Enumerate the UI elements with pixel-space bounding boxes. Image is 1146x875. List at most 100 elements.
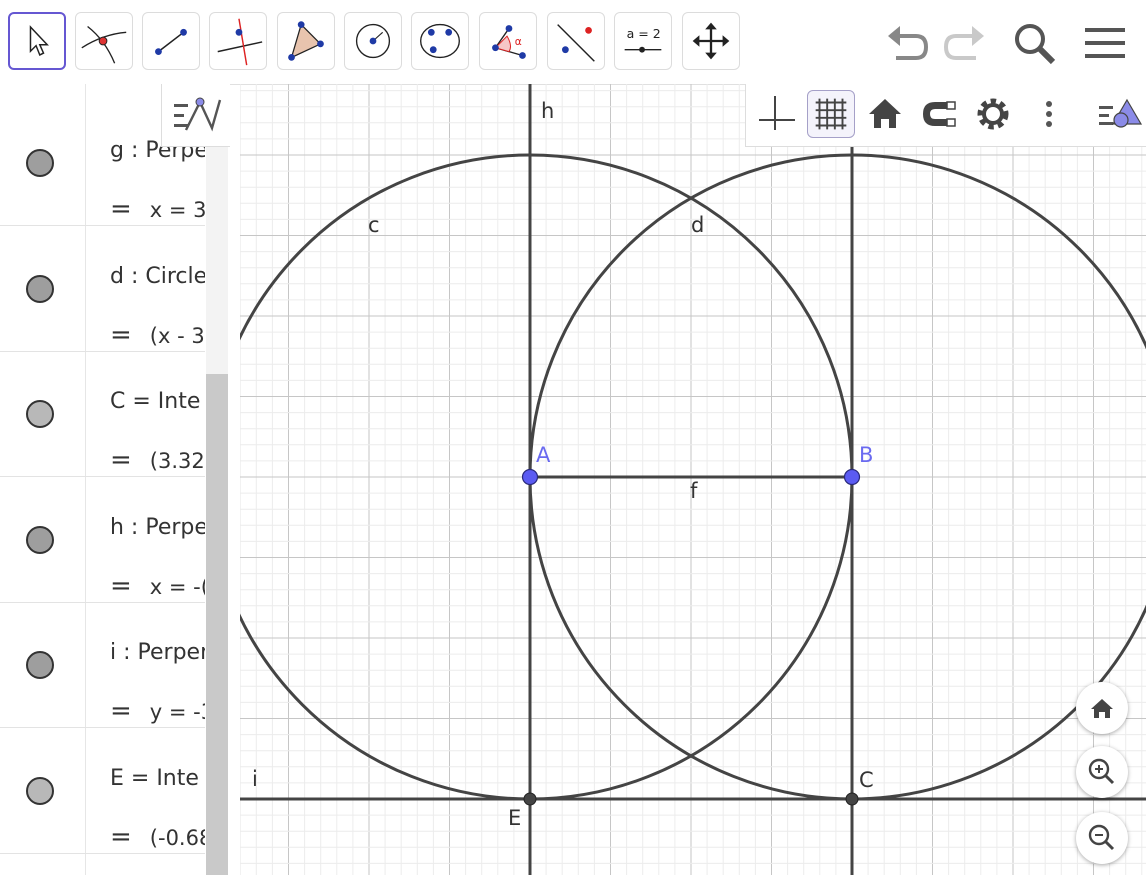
- polygon-icon: [288, 21, 324, 61]
- equals-sign: =: [110, 570, 132, 601]
- object-value: = (-0.68: [110, 822, 205, 852]
- graphics-style-bar: [745, 84, 1146, 147]
- equals-sign: =: [110, 445, 132, 475]
- main-toolbar: α a = 2: [0, 0, 1146, 85]
- value-text: (x - 3: [149, 323, 205, 348]
- algebra-view: g : Perpe = x = 3d : Circle = (x - 3C = Inte…: [0, 84, 230, 875]
- value-text: x = -(: [149, 574, 205, 599]
- algebra-graph-toggle-icon: [174, 97, 222, 132]
- graphics-style-toggle-button[interactable]: [1091, 90, 1146, 138]
- perpendicular-line-icon: [217, 18, 263, 66]
- perpendicular-line-tool-button[interactable]: [209, 12, 267, 70]
- point-tool-button[interactable]: [75, 12, 133, 70]
- visibility-toggle[interactable]: [26, 149, 54, 177]
- undo-button[interactable]: [884, 20, 932, 66]
- home-icon: [869, 99, 901, 128]
- search-icon: [1015, 24, 1056, 65]
- reflect-tool-button[interactable]: [547, 12, 605, 70]
- angle-tool-button[interactable]: α: [479, 12, 537, 70]
- zoom-in-icon: [1088, 758, 1115, 785]
- conic-tool-button[interactable]: [411, 12, 469, 70]
- object-definition[interactable]: C = Inte: [110, 389, 205, 414]
- segment-icon: [155, 28, 187, 55]
- point-on-object-icon: [81, 25, 127, 64]
- move-graphics-tool-button[interactable]: [682, 12, 740, 70]
- graphics-view[interactable]: h c d A Bf i C E: [240, 84, 1146, 875]
- slider-icon: a = 2: [624, 26, 662, 53]
- object-definition[interactable]: h : Perpe: [110, 515, 205, 540]
- axes-icon: [759, 96, 795, 130]
- home-icon: [1091, 699, 1113, 718]
- label-i: i: [252, 767, 258, 791]
- move-tool-button[interactable]: [8, 12, 66, 70]
- circle-center-point-icon: [355, 23, 391, 59]
- label-d: d: [691, 213, 704, 237]
- move-arrows-icon: [692, 22, 730, 60]
- equals-sign: =: [110, 821, 132, 852]
- scrollbar-thumb[interactable]: [206, 374, 228, 875]
- label-C: C: [859, 768, 874, 792]
- point-B[interactable]: [843, 468, 861, 486]
- standard-view-button[interactable]: [861, 90, 909, 138]
- visibility-toggle[interactable]: [26, 525, 54, 554]
- ellipse-icon: [420, 23, 460, 59]
- equals-sign: =: [110, 194, 132, 224]
- polygon-tool-button[interactable]: [277, 12, 335, 70]
- hamburger-menu-icon: [1085, 28, 1125, 58]
- menu-button[interactable]: [1081, 20, 1129, 66]
- graphics-settings-button[interactable]: [969, 90, 1017, 138]
- label-E: E: [508, 806, 521, 830]
- label-h: h: [541, 99, 554, 123]
- more-vertical-icon: [1046, 101, 1052, 127]
- zoom-in-button[interactable]: [1076, 746, 1128, 798]
- circle-tool-button[interactable]: [344, 12, 402, 70]
- gear-icon: [977, 98, 1009, 130]
- standard-view-zoom-button[interactable]: [1076, 682, 1128, 734]
- reflect-line-icon: [557, 24, 595, 62]
- show-axes-button[interactable]: [753, 90, 801, 138]
- point-C[interactable]: [845, 792, 859, 806]
- algebra-row[interactable]: C = Inte = (3.32,: [0, 351, 205, 477]
- zoom-out-button[interactable]: [1076, 812, 1128, 864]
- visibility-toggle[interactable]: [26, 400, 54, 428]
- line-tool-button[interactable]: [142, 12, 200, 70]
- object-value: = y = -3: [110, 696, 205, 726]
- object-definition[interactable]: E = Inte: [110, 766, 205, 791]
- visibility-toggle[interactable]: [26, 651, 54, 679]
- label-c: c: [368, 213, 380, 237]
- point-A[interactable]: [521, 468, 539, 486]
- point-capturing-button[interactable]: [915, 90, 963, 138]
- object-value: = (x - 3: [110, 320, 205, 350]
- zoom-out-icon: [1088, 824, 1115, 851]
- value-text: x = 3: [149, 198, 205, 222]
- value-text: (-0.68: [149, 825, 205, 850]
- object-definition[interactable]: d : Circle: [110, 264, 205, 289]
- more-options-button[interactable]: [1024, 90, 1074, 138]
- redo-button[interactable]: [940, 20, 988, 66]
- algebra-row[interactable]: i : Perper = y = -3: [0, 602, 205, 728]
- arrow-cursor-icon: [29, 25, 49, 56]
- graphics-canvas[interactable]: h c d A Bf i C E: [240, 84, 1146, 875]
- label-f: f: [690, 479, 698, 503]
- angle-icon: α: [492, 25, 526, 59]
- equals-sign: =: [110, 319, 132, 350]
- label-B: B: [859, 443, 873, 467]
- value-text: (3.32,: [149, 449, 205, 473]
- label-A: A: [536, 443, 551, 467]
- algebra-row[interactable]: E = Inte = (-0.68: [0, 728, 205, 854]
- alpha-label: α: [515, 35, 522, 48]
- object-value: = x = 3: [110, 194, 205, 224]
- search-button[interactable]: [1010, 20, 1058, 66]
- algebra-row[interactable]: d : Circle = (x - 3: [0, 226, 205, 352]
- slider-tool-button[interactable]: a = 2: [614, 12, 672, 70]
- visibility-toggle[interactable]: [26, 776, 54, 805]
- point-E[interactable]: [523, 792, 537, 806]
- object-value: = x = -(: [110, 571, 205, 601]
- show-grid-button[interactable]: [807, 90, 855, 138]
- algebra-view-toggle-button[interactable]: [161, 84, 230, 147]
- object-definition[interactable]: i : Perper: [110, 640, 205, 665]
- magnet-icon: [923, 101, 956, 127]
- algebra-row[interactable]: h : Perpe = x = -(: [0, 477, 205, 603]
- visibility-toggle[interactable]: [26, 274, 54, 303]
- style-bar-toggle-icon: [1099, 98, 1143, 128]
